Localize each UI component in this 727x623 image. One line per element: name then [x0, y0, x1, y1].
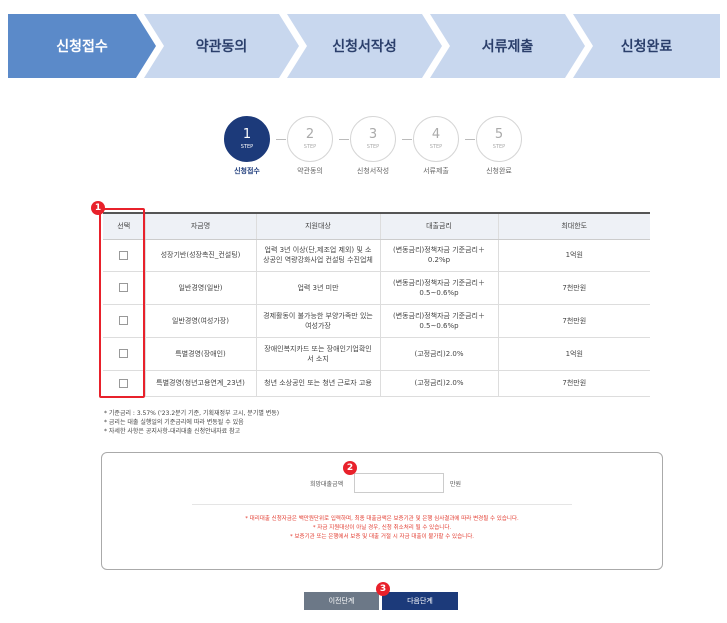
- fund-name-cell: 특별경영(장애인): [144, 337, 256, 371]
- progress-item-complete: 신청완료: [573, 14, 720, 78]
- progress-item-form: 신청서작성: [287, 14, 442, 78]
- annotation-badge-2: 2: [343, 461, 357, 475]
- form-divider: [192, 504, 572, 505]
- step-number: 4: [431, 126, 441, 142]
- note-line: * 금리는 대출 실행일의 기준금리에 따라 변동될 수 있음: [104, 419, 244, 426]
- step-5: 5 STEP 신청완료: [464, 116, 534, 176]
- prev-step-button[interactable]: 이전단계: [304, 592, 379, 610]
- step-number: 1: [242, 126, 252, 142]
- target-cell: 업력 3년 미만: [255, 271, 380, 305]
- rate-notes: * 기준금리 : 3.57% ('23.2분기 기준, 기획재정부 고시, 분기…: [104, 409, 279, 436]
- warning-line: * 자금 지원대상이 아닐 경우, 신청 취소처리 될 수 있습니다.: [312, 525, 452, 531]
- note-line: * 자세한 사항은 공지사항-대리대출 신청안내자료 참고: [104, 428, 241, 435]
- step-name: 약관동의: [297, 167, 323, 175]
- table-row: 성장기반(성장촉진_컨설팅) 업력 3년 이상(단,제조업 제외) 및 소상공인…: [103, 239, 650, 272]
- step-circle: 5 STEP: [476, 116, 522, 162]
- fund-name-cell: 특별경영(청년고용연계_23년): [144, 370, 256, 397]
- target-cell: 경제활동이 불가능한 부양가족만 있는 여성가장: [255, 304, 380, 338]
- progress-item-documents: 서류제출: [430, 14, 585, 78]
- progress-item-apply: 신청접수: [8, 14, 156, 78]
- step-circle: 2 STEP: [287, 116, 333, 162]
- annotation-badge-3: 3: [376, 582, 390, 596]
- table-header-row: 선택 자금명 지원대상 대출금리 최대한도: [103, 212, 650, 240]
- note-line: * 기준금리 : 3.57% ('23.2분기 기준, 기획재정부 고시, 분기…: [104, 410, 280, 417]
- step-label: STEP: [366, 143, 380, 150]
- target-cell: 장애인복지카드 또는 장애인기업확인서 소지: [255, 337, 380, 371]
- annotation-badge-1: 1: [91, 201, 105, 215]
- progress-bar: 신청접수 약관동의 신청서작성 서류제출 신청완료: [8, 14, 720, 78]
- table-row: 일반경영(여성가장) 경제활동이 불가능한 부양가족만 있는 여성가장 (변동금…: [103, 304, 650, 338]
- step-label: STEP: [240, 143, 254, 150]
- step-1: 1 STEP 신청접수: [212, 116, 282, 176]
- step-number: 2: [305, 126, 315, 142]
- fund-name-cell: 성장기반(성장촉진_컨설팅): [144, 239, 256, 272]
- limit-cell: 1억원: [497, 239, 650, 272]
- column-header-fund-name: 자금명: [144, 212, 256, 240]
- limit-cell: 7천만원: [497, 271, 650, 305]
- step-number: 5: [494, 126, 504, 142]
- target-cell: 업력 3년 이상(단,제조업 제외) 및 소상공인 역량강화사업 컨설팅 수진업…: [255, 239, 380, 272]
- loan-amount-form: 희망대출금액 만원 * 대리대출 신청자금은 백만원단위로 입력하며, 최종 대…: [101, 452, 663, 570]
- warning-line: * 대리대출 신청자금은 백만원단위로 입력하며, 최종 대출금액은 보증기관 …: [245, 516, 519, 522]
- target-cell: 청년 소상공인 또는 청년 근로자 고용: [255, 370, 380, 397]
- limit-cell: 7천만원: [497, 370, 650, 397]
- amount-label: 희망대출금액: [310, 481, 344, 488]
- rate-cell: (변동금리)정책자금 기준금리＋0.5~0.6%p: [379, 304, 498, 338]
- step-4: 4 STEP 서류제출: [401, 116, 471, 176]
- limit-cell: 7천만원: [497, 304, 650, 338]
- step-circle: 4 STEP: [413, 116, 459, 162]
- table-row: 특별경영(장애인) 장애인복지카드 또는 장애인기업확인서 소지 (고정금리)2…: [103, 337, 650, 371]
- step-name: 신청완료: [486, 167, 512, 175]
- warning-notes: * 대리대출 신청자금은 백만원단위로 입력하며, 최종 대출금액은 보증기관 …: [102, 515, 662, 542]
- column-header-limit: 최대한도: [497, 212, 650, 240]
- column-header-rate: 대출금리: [379, 212, 498, 240]
- fund-name-cell: 일반경영(일반): [144, 271, 256, 305]
- step-indicator: 1 STEP 신청접수 2 STEP 약관동의 3 STEP 신청서작성 4 S…: [0, 116, 727, 186]
- fund-name-cell: 일반경영(여성가장): [144, 304, 256, 338]
- amount-unit: 만원: [450, 481, 462, 488]
- step-label: STEP: [303, 143, 317, 150]
- column-header-target: 지원대상: [255, 212, 380, 240]
- step-number: 3: [368, 126, 378, 142]
- step-3: 3 STEP 신청서작성: [338, 116, 408, 176]
- rate-cell: (고정금리)2.0%: [379, 337, 498, 371]
- step-label: STEP: [429, 143, 443, 150]
- amount-row: 희망대출금액 만원: [102, 473, 662, 493]
- rate-cell: (변동금리)정책자금 기준금리＋0.2%p: [379, 239, 498, 272]
- select-column-highlight: [99, 208, 145, 398]
- table-row: 특별경영(청년고용연계_23년) 청년 소상공인 또는 청년 근로자 고용 (고…: [103, 370, 650, 397]
- step-name: 신청서작성: [356, 167, 390, 175]
- step-2: 2 STEP 약관동의: [275, 116, 345, 176]
- rate-cell: (변동금리)정책자금 기준금리＋0.5~0.6%p: [379, 271, 498, 305]
- amount-input[interactable]: [354, 473, 444, 493]
- step-name: 신청접수: [234, 167, 260, 175]
- step-circle: 3 STEP: [350, 116, 396, 162]
- next-step-button[interactable]: 다음단계: [382, 592, 458, 610]
- progress-item-terms: 약관동의: [144, 14, 299, 78]
- step-circle: 1 STEP: [224, 116, 270, 162]
- loan-fund-table: 선택 자금명 지원대상 대출금리 최대한도 성장기반(성장촉진_컨설팅) 업력 …: [103, 212, 650, 397]
- table-row: 일반경영(일반) 업력 3년 미만 (변동금리)정책자금 기준금리＋0.5~0.…: [103, 271, 650, 305]
- step-name: 서류제출: [423, 167, 449, 175]
- rate-cell: (고정금리)2.0%: [379, 370, 498, 397]
- warning-line: * 보증기관 또는 은행에서 보증 및 대출 거절 시 자금 대출이 불가할 수…: [289, 534, 475, 540]
- step-label: STEP: [492, 143, 506, 150]
- limit-cell: 1억원: [497, 337, 650, 371]
